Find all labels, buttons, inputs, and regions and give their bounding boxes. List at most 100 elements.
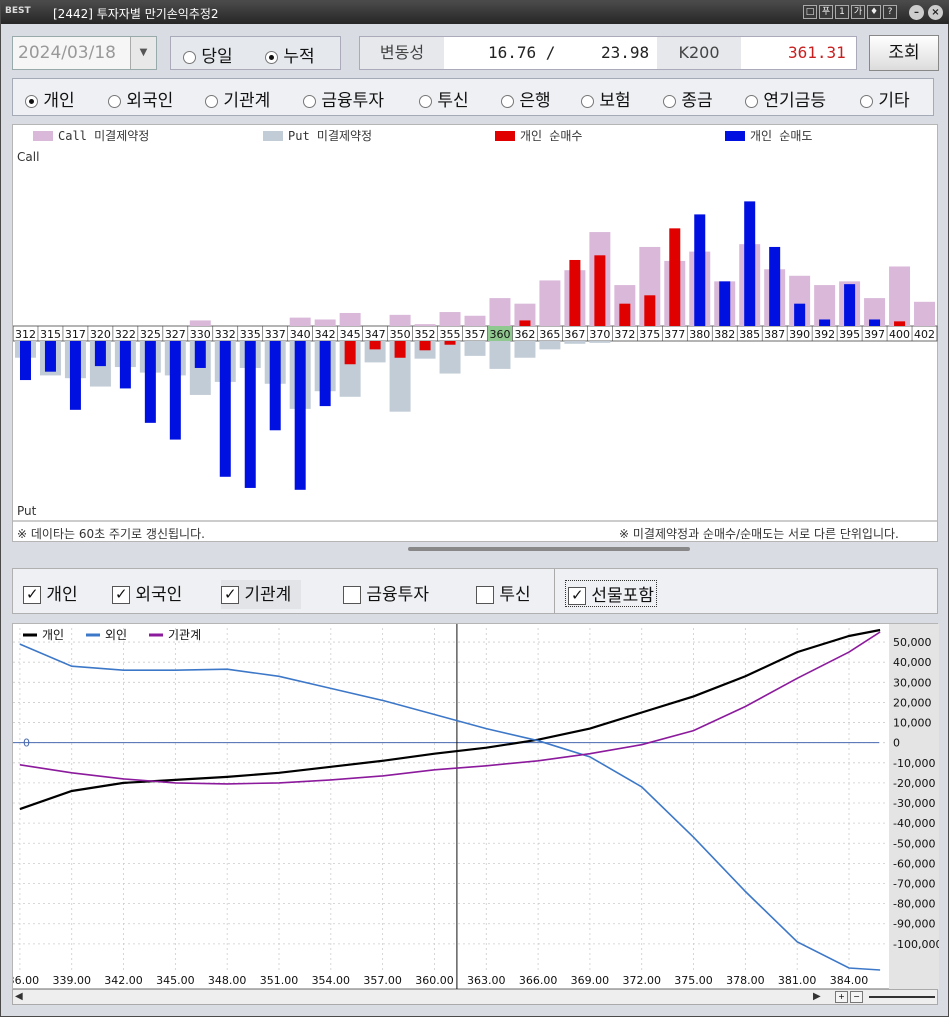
strike-tick-label: 317 bbox=[65, 328, 86, 341]
y-tick-label: 20,000 bbox=[893, 696, 932, 709]
net-sell-bar bbox=[144, 341, 156, 423]
legend-label: 개인 bbox=[42, 628, 64, 642]
net-sell-bar bbox=[119, 341, 131, 389]
net-buy-bar bbox=[644, 295, 656, 326]
x-tick-label: 342.00 bbox=[104, 974, 143, 987]
radio-icon bbox=[581, 94, 594, 108]
strike-tick-label: 372 bbox=[614, 328, 635, 341]
x-tick-label: 381.00 bbox=[778, 974, 817, 987]
zoom-slider[interactable] bbox=[869, 996, 935, 998]
radio-pension[interactable]: 연기금등 bbox=[745, 86, 826, 111]
strike-tick-label: 380 bbox=[689, 328, 710, 341]
radio-individual[interactable]: 개인 bbox=[25, 86, 75, 111]
net-buy-bar bbox=[569, 259, 581, 326]
radio-financial-investment[interactable]: 금융투자 bbox=[303, 86, 384, 111]
mode-radio-group: 당일 누적 bbox=[170, 36, 341, 70]
checkbox-trust[interactable]: 투신 bbox=[476, 580, 531, 605]
horizontal-scrollbar[interactable]: ◀ ▶ + − bbox=[12, 989, 938, 1005]
radio-label: 당일 bbox=[201, 47, 233, 67]
oi-chart-svg: Call 미결제약정 Put 미결제약정 개인 순매수 개인 순매도 Call Put 31… bbox=[13, 128, 938, 522]
radio-foreign[interactable]: 외국인 bbox=[108, 86, 173, 111]
pin-icon[interactable]: 푸 bbox=[819, 5, 833, 19]
net-buy-bar bbox=[594, 255, 606, 326]
net-buy-bar bbox=[394, 341, 406, 358]
radio-cumulative[interactable]: 누적 bbox=[265, 42, 315, 67]
call-oi-bar bbox=[539, 280, 561, 326]
restore-icon[interactable]: □ bbox=[803, 5, 817, 19]
strike-tick-label: 392 bbox=[814, 328, 835, 341]
help-icon[interactable]: ? bbox=[883, 5, 897, 19]
refresh-note: ※ 데이타는 60초 주기로 갱신됩니다. bbox=[17, 527, 205, 541]
x-tick-label: 366.00 bbox=[519, 974, 558, 987]
strike-tick-label: 385 bbox=[739, 328, 760, 341]
x-tick-label: 360.00 bbox=[415, 974, 454, 987]
strike-tick-label: 355 bbox=[440, 328, 461, 341]
legend-label: Put 미결제약정 bbox=[288, 128, 372, 143]
checkbox-checked-icon bbox=[568, 586, 586, 605]
call-oi-bar bbox=[289, 317, 311, 326]
query-button[interactable]: 조회 bbox=[869, 35, 939, 71]
call-oi-bar bbox=[889, 266, 911, 326]
radio-insurance[interactable]: 보험 bbox=[581, 86, 631, 111]
strike-tick-label: 327 bbox=[165, 328, 186, 341]
put-oi-bar bbox=[589, 341, 611, 343]
net-sell-bar bbox=[169, 341, 181, 440]
y-tick-label: 40,000 bbox=[893, 656, 932, 669]
legend-label: Call 미결제약정 bbox=[58, 128, 149, 143]
radio-label: 누적 bbox=[283, 47, 315, 67]
x-tick-label: 336.00 bbox=[13, 974, 39, 987]
chevron-down-icon[interactable]: ▼ bbox=[130, 37, 156, 69]
y-tick-label: 30,000 bbox=[893, 676, 932, 689]
call-oi-bar bbox=[439, 312, 461, 326]
net-sell-bar bbox=[219, 341, 231, 477]
radio-other[interactable]: 기타 bbox=[860, 86, 910, 111]
font-size-icon[interactable]: 가 bbox=[851, 5, 865, 19]
splitter-handle[interactable] bbox=[408, 547, 690, 551]
checkbox-institution[interactable]: 기관계 bbox=[221, 580, 302, 609]
checkbox-label: 기관계 bbox=[244, 585, 292, 605]
put-label: Put bbox=[17, 504, 37, 518]
zoom-out-icon[interactable]: − bbox=[850, 991, 863, 1003]
zoom-in-icon[interactable]: + bbox=[835, 991, 848, 1003]
radio-institution[interactable]: 기관계 bbox=[205, 86, 270, 111]
net-buy-bar bbox=[419, 341, 431, 351]
net-buy-bar bbox=[519, 320, 531, 326]
scroll-left-icon[interactable]: ◀ bbox=[15, 991, 23, 1002]
checkbox-include-futures[interactable]: 선물포함 bbox=[565, 580, 657, 607]
put-oi-bar bbox=[464, 341, 486, 356]
zero-label: 0 bbox=[23, 737, 30, 750]
radio-bank[interactable]: 은행 bbox=[501, 86, 551, 111]
net-sell-bar bbox=[319, 341, 331, 407]
net-sell-bar bbox=[69, 341, 81, 410]
legend-swatch bbox=[725, 131, 745, 141]
strike-tick-label: 382 bbox=[714, 328, 735, 341]
x-tick-label: 384.00 bbox=[830, 974, 869, 987]
radio-label: 기타 bbox=[878, 91, 910, 111]
radio-icon bbox=[419, 94, 432, 108]
x-tick-label: 369.00 bbox=[571, 974, 610, 987]
radio-merchant-bank[interactable]: 종금 bbox=[663, 86, 713, 111]
radio-label: 은행 bbox=[519, 91, 551, 111]
strike-tick-label: 360 bbox=[489, 328, 510, 341]
radio-icon bbox=[108, 94, 121, 108]
window-title: [2442] 투자자별 만기손익추정2 bbox=[53, 7, 219, 21]
radio-icon bbox=[860, 94, 873, 108]
market-info: 변동성 16.76 / 23.98 K200 361.31 bbox=[359, 36, 857, 70]
strike-tick-label: 347 bbox=[365, 328, 386, 341]
call-oi-bar bbox=[914, 301, 935, 326]
minimize-icon[interactable]: – bbox=[909, 5, 924, 20]
radio-trust[interactable]: 투신 bbox=[419, 86, 469, 111]
close-icon[interactable]: × bbox=[928, 5, 943, 20]
scroll-right-icon[interactable]: ▶ bbox=[813, 991, 821, 1002]
put-oi-bar bbox=[489, 341, 511, 369]
checkbox-individual[interactable]: 개인 bbox=[23, 580, 78, 605]
title-bar: BEST [2442] 투자자별 만기손익추정2 □ 푸 1 가 ♦ ? – × bbox=[1, 1, 949, 24]
investor-type-radio-group: 개인 외국인 기관계 금융투자 투신 은행 보험 종금 연기금등 기타 bbox=[12, 78, 934, 116]
date-picker[interactable]: 2024/03/18 ▼ bbox=[12, 36, 157, 70]
arrange-icon[interactable]: ♦ bbox=[867, 5, 881, 19]
checkbox-foreign[interactable]: 외국인 bbox=[112, 580, 182, 605]
screen-number-icon[interactable]: 1 bbox=[835, 5, 849, 19]
checkbox-financial-investment[interactable]: 금융투자 bbox=[343, 580, 429, 605]
net-sell-bar bbox=[819, 319, 831, 326]
radio-daily[interactable]: 당일 bbox=[183, 42, 233, 67]
